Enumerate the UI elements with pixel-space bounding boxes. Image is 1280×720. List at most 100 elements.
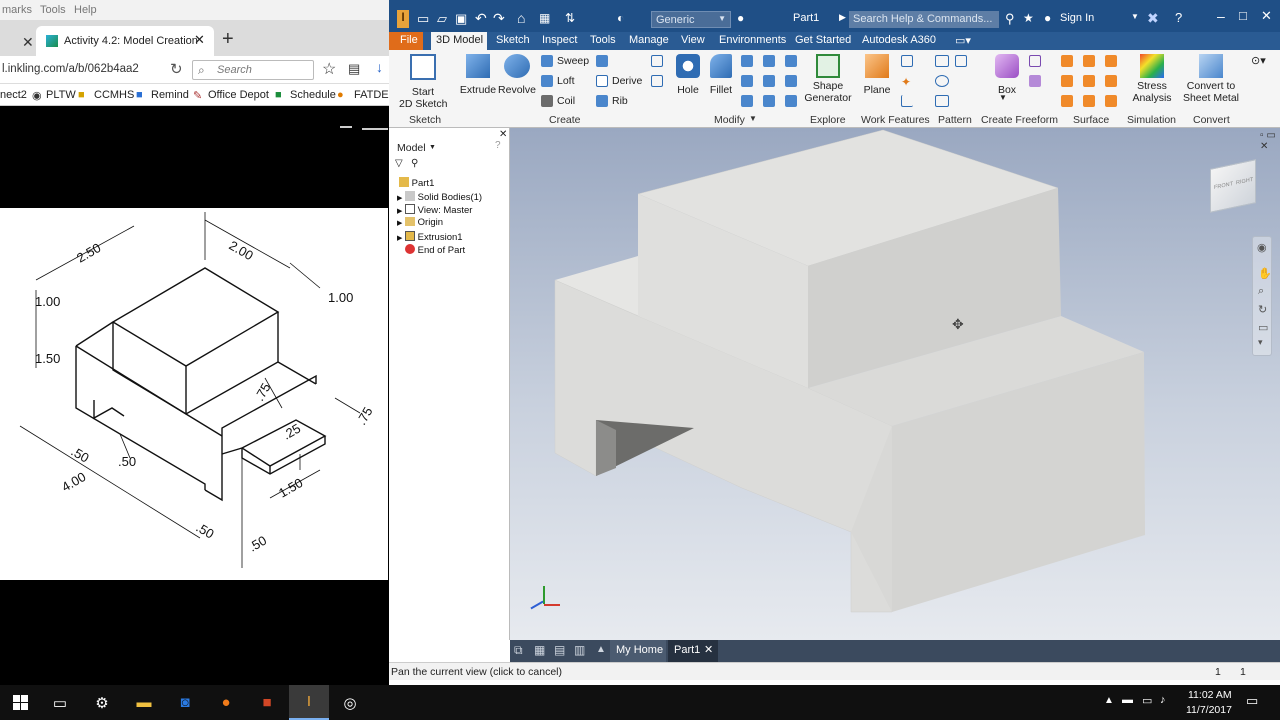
sign-in-link[interactable]: Sign In <box>1060 12 1094 24</box>
edit-form-icon[interactable] <box>1029 55 1041 67</box>
tab-tools[interactable]: Tools <box>590 34 616 46</box>
shell-icon[interactable] <box>763 55 775 67</box>
sketch-pattern-icon[interactable] <box>935 95 949 107</box>
reload-icon[interactable]: ↻ <box>170 60 183 78</box>
ucs-icon[interactable] <box>901 95 913 107</box>
ribbon-options-icon[interactable]: ⊙▾ <box>1251 54 1266 67</box>
orbit-icon[interactable]: ↻ <box>1258 303 1267 316</box>
material-dropdown[interactable]: Generic ▼ <box>651 11 731 28</box>
task-view-icon[interactable]: ▭ <box>40 685 80 720</box>
search-box[interactable]: ⌕ Search <box>192 60 314 80</box>
new-file-icon[interactable]: ▭ <box>417 11 429 27</box>
minimize-icon[interactable] <box>340 126 352 128</box>
inventor-taskbar-icon[interactable]: I <box>289 685 329 720</box>
notifications-icon[interactable]: ▭ <box>1246 693 1258 709</box>
redo-icon[interactable]: ↷ <box>493 10 505 27</box>
help-icon[interactable]: ? <box>495 140 501 151</box>
help-icon[interactable]: ? <box>1175 10 1182 25</box>
look-at-icon[interactable]: ▭ <box>1258 321 1268 334</box>
maximize-button[interactable]: □ <box>1239 8 1247 23</box>
network-icon[interactable]: ▭ <box>1142 694 1152 707</box>
arrange-up-icon[interactable]: ▲ <box>596 644 606 655</box>
point-icon[interactable]: ✦ <box>901 75 913 89</box>
undo-icon[interactable]: ↶ <box>475 10 487 27</box>
star-icon[interactable]: ★ <box>1023 11 1034 25</box>
bookmark-item[interactable]: Schedule <box>290 89 336 101</box>
tab-activity[interactable]: Activity 4.2: Model Creation ✕ <box>36 26 214 56</box>
tab-inspect[interactable]: Inspect <box>542 34 577 46</box>
revolve-button[interactable]: Revolve <box>497 54 537 96</box>
ribbon-toggle-icon[interactable]: ▭▾ <box>955 34 971 47</box>
draft-icon[interactable] <box>785 55 797 67</box>
search-input[interactable]: Search <box>217 64 252 76</box>
combine-icon[interactable] <box>785 75 797 87</box>
tab-view[interactable]: View <box>681 34 705 46</box>
chevron-down-icon[interactable]: ▼ <box>429 144 436 151</box>
home-icon[interactable]: ⌂ <box>517 10 525 26</box>
axis-icon[interactable] <box>901 55 913 67</box>
appearance-icon[interactable]: ● <box>737 11 744 25</box>
split-icon[interactable] <box>763 75 775 87</box>
binoculars-icon[interactable]: ⚲ <box>1005 11 1015 27</box>
close-tab-icon[interactable]: ✕ <box>22 34 34 51</box>
rib-button[interactable]: Rib <box>612 95 628 107</box>
plane-button[interactable]: Plane <box>861 54 893 96</box>
circular-pattern-icon[interactable] <box>935 75 949 87</box>
clock-date[interactable]: 11/7/2017 <box>1186 704 1232 716</box>
stress-analysis-button[interactable]: Stress Analysis <box>1127 54 1177 104</box>
chevron-down-icon[interactable]: ▼ <box>749 114 757 123</box>
tab-3d-model[interactable]: 3D Model <box>436 34 483 46</box>
tab-part1[interactable]: Part1 ✕ <box>668 640 718 662</box>
chevron-up-icon[interactable]: ▲ <box>1104 695 1114 706</box>
chevron-right-icon[interactable]: ▶ <box>397 208 402 215</box>
clock-time[interactable]: 11:02 AM <box>1188 689 1232 701</box>
tree-item-end-of-part[interactable]: End of Part <box>405 244 465 256</box>
box-button[interactable]: Box <box>989 54 1025 96</box>
delete-face-icon[interactable] <box>763 95 775 107</box>
coil-button[interactable]: Coil <box>557 95 575 107</box>
trim-icon[interactable] <box>1061 75 1073 87</box>
chevron-down-icon[interactable]: ▼ <box>999 93 1007 102</box>
patch-icon[interactable] <box>1083 55 1095 67</box>
file-explorer-icon[interactable]: ▬ <box>124 685 164 720</box>
fit-mesh-icon[interactable] <box>1105 95 1117 107</box>
obs-icon[interactable]: ◎ <box>330 685 370 720</box>
tab-file[interactable]: File <box>400 34 418 46</box>
convert-freeform-icon[interactable] <box>1029 75 1041 87</box>
zoom-icon[interactable]: ⌕ <box>1258 285 1264 298</box>
close-tab-icon[interactable]: ✕ <box>194 32 205 48</box>
menu-help[interactable]: Help <box>74 4 97 16</box>
bookmark-item[interactable]: nect2 <box>0 89 27 101</box>
tab-manage[interactable]: Manage <box>629 34 669 46</box>
tab-get-started[interactable]: Get Started <box>795 34 851 46</box>
stitch-icon[interactable] <box>1061 55 1073 67</box>
direct-edit-icon[interactable] <box>785 95 797 107</box>
exchange-icon[interactable]: ✖ <box>1147 10 1159 27</box>
repair-icon[interactable] <box>1083 95 1095 107</box>
close-button[interactable]: ✕ <box>1261 8 1272 24</box>
save-icon[interactable]: ▣ <box>455 11 467 27</box>
star-icon[interactable]: ☆ <box>322 59 336 79</box>
menu-tools[interactable]: Tools <box>40 4 66 16</box>
chevron-right-icon[interactable]: ▶ <box>397 235 402 242</box>
outlook-icon[interactable]: ◙ <box>165 685 205 720</box>
convert-sheet-metal-button[interactable]: Convert to Sheet Metal <box>1181 54 1241 104</box>
rectangular-pattern-icon[interactable] <box>935 55 949 67</box>
tab-my-home[interactable]: My Home <box>610 640 666 662</box>
tile-icon[interactable]: ▦ <box>534 643 545 657</box>
cascade-icon[interactable]: ⧉ <box>514 643 523 658</box>
tab-sketch[interactable]: Sketch <box>496 34 530 46</box>
open-icon[interactable]: ▱ <box>437 11 447 27</box>
tree-item-part[interactable]: Part1 <box>399 177 434 189</box>
thicken-icon[interactable] <box>741 95 753 107</box>
filter-icon[interactable]: ▽ <box>395 158 403 169</box>
group-label-modify[interactable]: Modify <box>714 114 745 126</box>
bookmark-item[interactable]: PLTW <box>46 89 76 101</box>
select-icon[interactable]: ▦ <box>539 11 550 25</box>
close-icon[interactable]: ✕ <box>704 643 713 656</box>
steering-wheel-icon[interactable]: ◉ <box>1257 241 1267 254</box>
replace-face-icon[interactable] <box>1105 75 1117 87</box>
graphics-viewport[interactable]: FRONT RIGHT ◉ ✋ ⌕ ↻ ▭ ▾ ✥ ▫ ▭ ✕ <box>510 128 1280 640</box>
update-icon[interactable]: ⇅ <box>565 11 575 25</box>
thread-icon[interactable] <box>741 75 753 87</box>
